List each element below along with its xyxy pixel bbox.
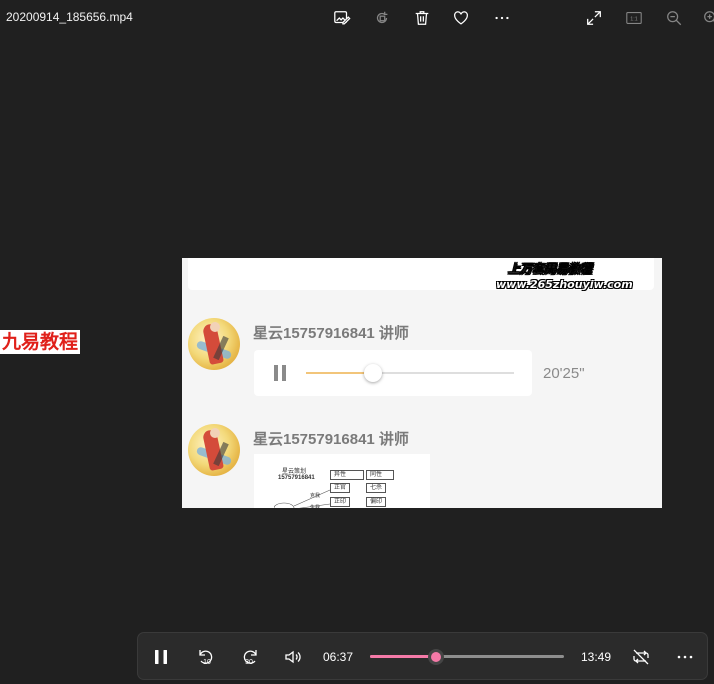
volume-icon [285,650,301,664]
volume-button[interactable] [281,645,305,669]
zoom-out-icon[interactable] [663,7,685,29]
file-name: 20200914_185656.mp4 [6,10,133,24]
doc-box: 异性 [330,470,364,480]
doc-box: 同性 [366,470,394,480]
image-message[interactable]: 星云策划 15757916841 异性 同性 正官 七杀 正印 偏印 克我 生我 [254,454,430,508]
left-watermark: 九易教程 [0,330,81,354]
expand-icon[interactable] [583,7,605,29]
doc-line-2: 15757916841 [278,475,315,481]
title-bar: 20200914_185656.mp4 1:1 [0,0,714,36]
playback-controls: 10 30 06:37 13:49 [137,632,708,680]
forward-30-button[interactable]: 30 [238,645,262,669]
current-time: 06:37 [323,650,354,664]
avatar [188,424,240,476]
seek-knob[interactable] [427,649,444,665]
doc-line-1: 星云策划 [282,468,307,475]
seek-fill [370,655,436,658]
svg-text:10: 10 [203,659,211,666]
pause-icon[interactable] [274,365,288,381]
right-watermark-title: 上万套周易教程 [508,262,593,276]
audio-progress-fill [306,372,373,374]
doc-box: 偏印 [366,497,386,507]
video-frame[interactable]: 上万套周易教程 www.265zhouyiw.com 星云15757916841… [182,258,662,508]
delete-icon[interactable] [411,7,433,29]
more-options-icon[interactable] [491,7,513,29]
sender-name: 星云15757916841 讲师 [253,431,409,448]
more-options-button[interactable] [673,645,697,669]
svg-text:30: 30 [245,659,253,666]
audio-duration: 20'25" [543,365,585,382]
actual-size-icon[interactable]: 1:1 [623,7,645,29]
favorite-icon[interactable] [450,7,472,29]
audio-message[interactable] [254,350,532,396]
pause-button[interactable] [149,645,173,669]
rewind-10-button[interactable]: 10 [194,645,218,669]
audio-progress-track[interactable] [306,364,514,382]
svg-text:1:1: 1:1 [630,17,637,23]
audio-progress-knob[interactable] [363,364,382,382]
total-time: 13:49 [581,650,612,664]
rotate-icon[interactable] [371,7,393,29]
avatar [188,318,240,370]
more-options-icon [677,655,693,659]
doc-diagram-lines [274,489,331,508]
pause-icon [155,650,167,664]
right-watermark-url: www.265zhouyiw.com [496,278,633,291]
zoom-in-icon[interactable] [700,7,714,29]
repeat-button[interactable] [629,645,653,669]
rewind-icon: 10 [199,650,213,666]
seek-bar[interactable] [370,649,564,665]
sender-name: 星云15757916841 讲师 [253,325,409,342]
repeat-off-icon [633,649,649,665]
doc-box: 七杀 [366,483,386,493]
edit-image-icon[interactable] [331,7,353,29]
forward-icon: 30 [243,650,257,666]
